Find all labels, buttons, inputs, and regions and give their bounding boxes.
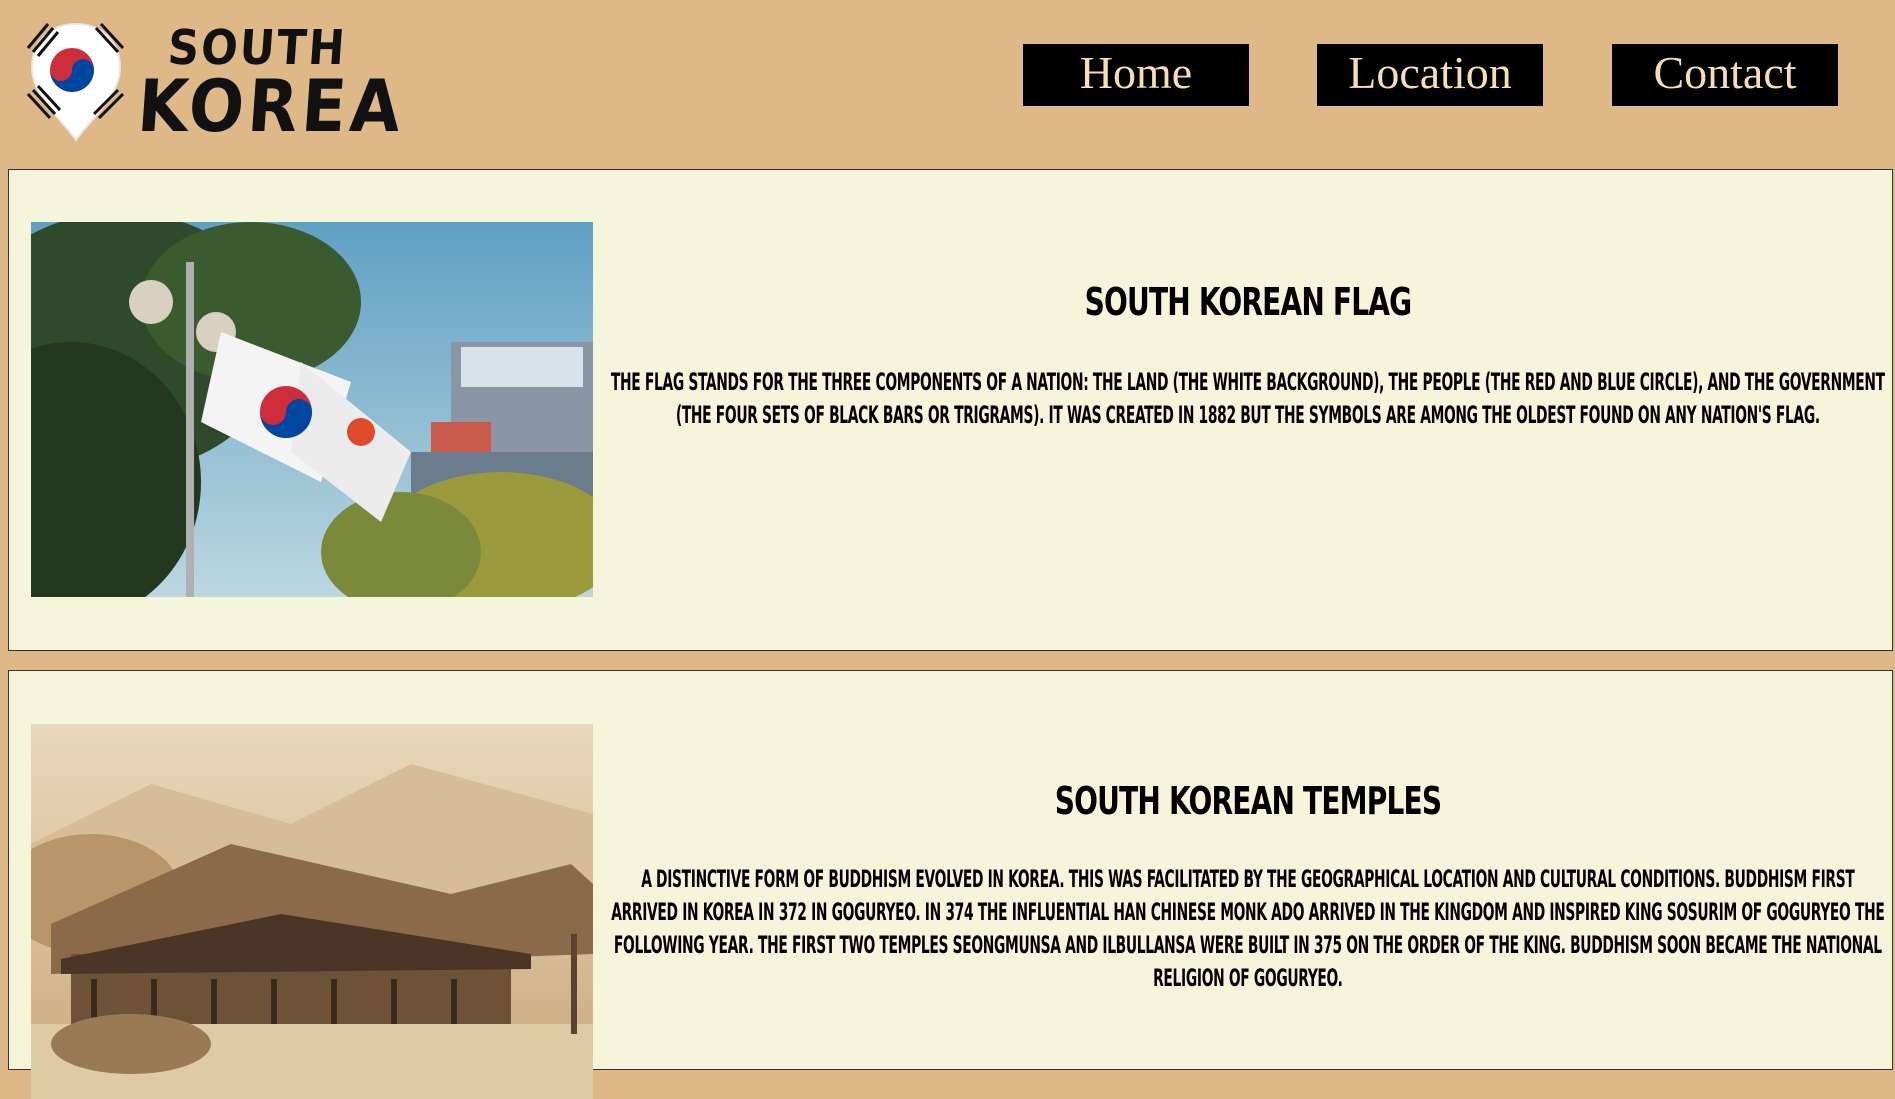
temple-sepia-photo [31,724,593,1099]
section-text-content: A DISTINCTIVE FORM OF BUDDHISM EVOLVED I… [611,865,1885,992]
site-logo[interactable]: SOUTH KOREA [26,18,407,148]
section-text: A DISTINCTIVE FORM OF BUDDHISM EVOLVED I… [609,863,1887,995]
flag-section: SOUTH KOREAN FLAG THE FLAG STANDS FOR TH… [8,169,1893,651]
logo-text-line2: KOREA [135,64,408,148]
site-header: SOUTH KOREA Home Location Contact [0,0,1895,168]
nav-contact-button[interactable]: Contact [1612,44,1838,106]
nav-location-button[interactable]: Location [1317,44,1543,106]
section-title: SOUTH KOREAN TEMPLES [1054,779,1442,823]
korean-flag-pin-icon [26,22,125,142]
temples-section: SOUTH KOREAN TEMPLES A DISTINCTIVE FORM … [8,670,1893,1099]
section-text-content: THE FLAG STANDS FOR THE THREE COMPONENTS… [611,368,1885,429]
korean-flags-photo [31,222,593,597]
nav-home-button[interactable]: Home [1023,44,1249,106]
section-title: SOUTH KOREAN FLAG [1084,280,1413,324]
section-text: THE FLAG STANDS FOR THE THREE COMPONENTS… [609,366,1887,432]
